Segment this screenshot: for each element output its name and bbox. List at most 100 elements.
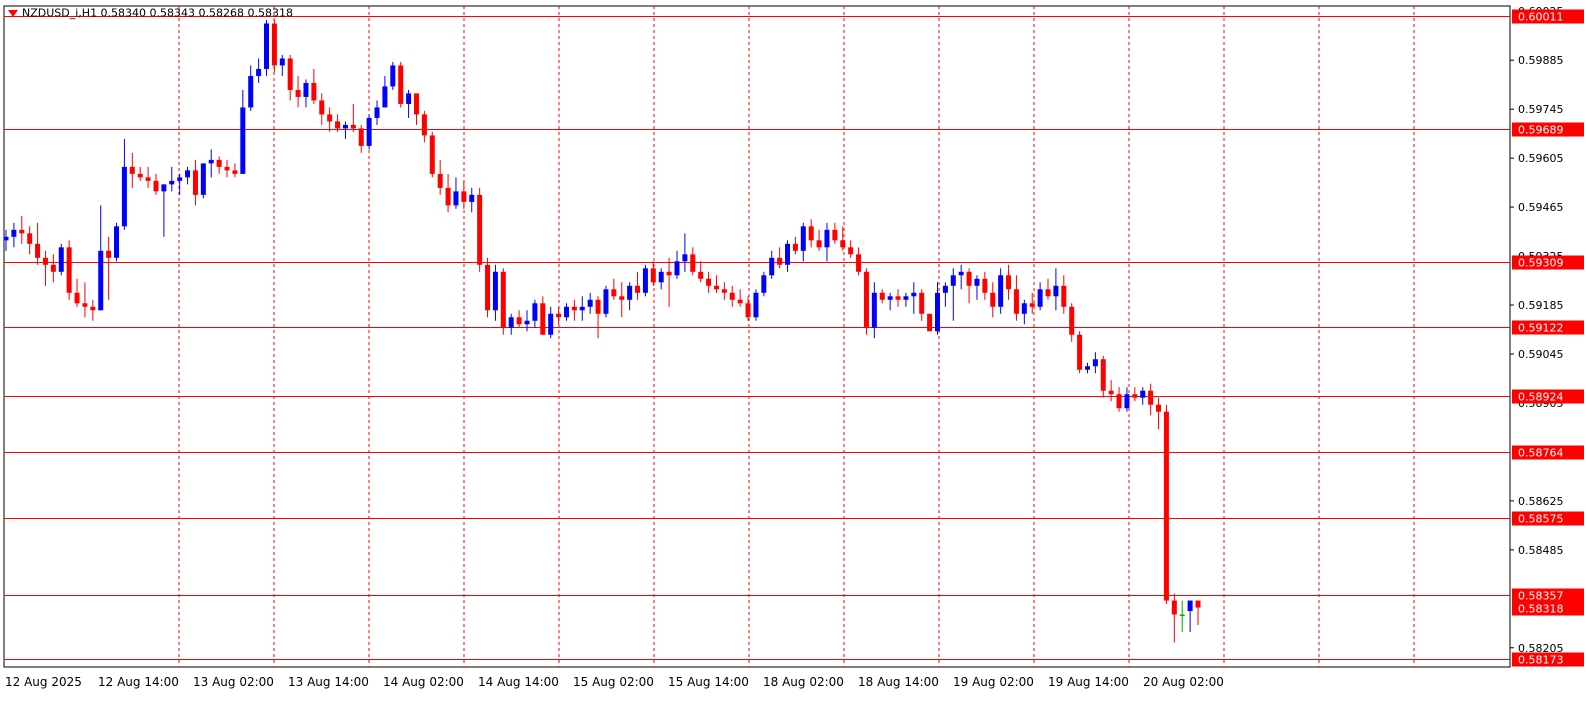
candle-body (603, 289, 609, 314)
candle-body (216, 159, 222, 167)
candle-body (42, 257, 48, 265)
candle-body (335, 121, 341, 129)
y-tick-label: 0.59185 (1518, 299, 1564, 312)
candle-body (3, 236, 9, 241)
level-price-label: 0.58357 (1518, 590, 1564, 603)
candle-body (856, 254, 862, 272)
x-tick-label: 13 Aug 14:00 (288, 675, 369, 689)
current-price-label: 0.58318 (1518, 603, 1564, 616)
chart-window[interactable]: 12 Aug 2025 12 Aug 14:00 13 Aug 02:00 13 Au… (0, 0, 1586, 703)
candle-body (208, 159, 214, 164)
candle-body (398, 65, 404, 104)
candle-body (579, 306, 585, 311)
y-tick-label: 0.59885 (1518, 54, 1564, 67)
level-price-label: 0.59689 (1518, 124, 1564, 137)
candle-body (366, 117, 372, 146)
candle-body (390, 65, 396, 87)
candle-body (1171, 600, 1177, 615)
candle-body (1069, 306, 1075, 335)
level-price-label: 0.58575 (1518, 513, 1564, 526)
candle-body (1006, 275, 1012, 290)
candle-body (785, 243, 791, 265)
candle-body (121, 166, 127, 227)
candle-body (1084, 366, 1090, 370)
y-tick-label: 0.58625 (1518, 495, 1564, 508)
candle-body (437, 173, 443, 188)
candle-body (611, 289, 617, 297)
y-tick-label: 0.59465 (1518, 201, 1564, 214)
level-price-label: 0.59309 (1518, 257, 1564, 270)
candle-body (350, 124, 356, 129)
candle-body (682, 254, 688, 262)
candle-body (240, 107, 246, 174)
candle-body (1061, 285, 1067, 307)
x-tick-label: 19 Aug 14:00 (1048, 675, 1129, 689)
x-tick-label: 14 Aug 14:00 (478, 675, 559, 689)
candle-body (295, 89, 301, 97)
candle-body (927, 313, 933, 332)
candle-body (540, 303, 546, 335)
candle-body (287, 58, 293, 90)
candle-body (650, 268, 656, 283)
candle-body (990, 292, 996, 307)
candle-body (1077, 334, 1083, 370)
candle-body (429, 135, 435, 174)
candle-body (453, 191, 459, 206)
candle-body (145, 177, 151, 181)
candle-body (958, 271, 964, 276)
candle-body (571, 306, 577, 311)
candle-body (863, 271, 869, 328)
candle-body (666, 271, 672, 276)
candle-body (445, 187, 451, 206)
candle-body (974, 278, 980, 286)
candle-body (950, 275, 956, 286)
x-tick-label: 18 Aug 14:00 (858, 675, 939, 689)
candle-body (421, 114, 427, 136)
candle-body (934, 292, 940, 332)
candle-body (200, 163, 206, 195)
candle-body (1132, 394, 1138, 398)
price-chart[interactable]: 12 Aug 2025 12 Aug 14:00 13 Aug 02:00 13 Au… (0, 0, 1586, 703)
candle-body (816, 240, 822, 248)
candle-body (635, 285, 641, 293)
candle-body (161, 184, 167, 192)
candle-body (477, 194, 483, 265)
candle-body (114, 226, 120, 258)
candle-body (524, 320, 530, 325)
candle-body (82, 303, 88, 307)
candle-body (50, 264, 56, 272)
candle-body (1187, 600, 1193, 612)
candle-body (879, 292, 885, 300)
candle-body (500, 271, 506, 328)
x-tick-label: 12 Aug 14:00 (98, 675, 179, 689)
candle-body (674, 261, 680, 276)
x-tick-label: 20 Aug 02:00 (1143, 675, 1224, 689)
y-tick-label: 0.59605 (1518, 152, 1564, 165)
candle-body (406, 93, 412, 104)
candle-body (137, 173, 143, 178)
candle-body (311, 82, 317, 101)
candle-body (185, 170, 191, 178)
candle-body (224, 166, 230, 171)
candle-body (595, 299, 601, 314)
candle-body (319, 100, 325, 115)
candle-body (903, 296, 909, 300)
candle-body (303, 82, 309, 97)
candle-body (58, 247, 64, 272)
candle-body (106, 250, 112, 258)
candle-body (769, 257, 775, 276)
candle-body (327, 114, 333, 122)
x-tick-label: 12 Aug 2025 (5, 675, 82, 689)
candle-body (761, 275, 767, 293)
candle-body (642, 268, 648, 293)
candle-body (745, 303, 751, 318)
candle-body (11, 229, 17, 237)
candle-body (90, 306, 96, 311)
collapse-arrow-icon[interactable] (8, 9, 18, 17)
candle-body (942, 285, 948, 293)
candle-body (713, 285, 719, 290)
candle-body (256, 68, 262, 76)
candle-body (19, 229, 25, 234)
candle-body (658, 271, 664, 283)
candle-body (358, 128, 364, 146)
